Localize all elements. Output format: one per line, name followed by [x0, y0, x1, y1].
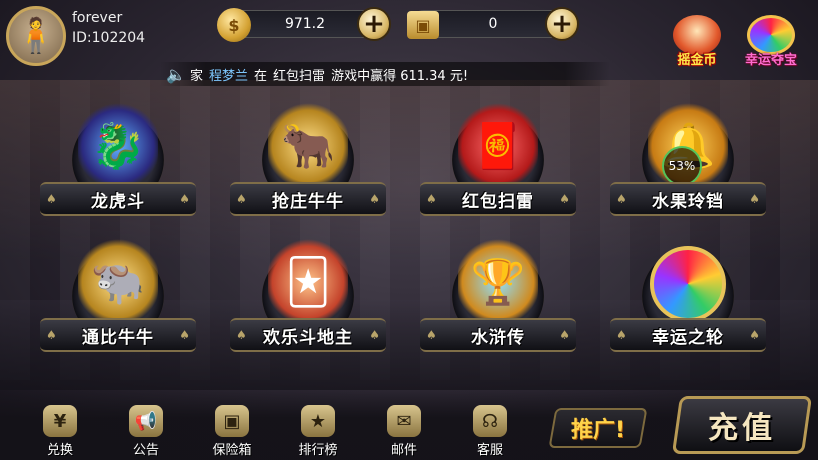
recharge-label: 充值	[708, 411, 776, 446]
ticket-balance: ▣ 0 +	[407, 7, 579, 41]
shake-coins-button[interactable]: 摇金币	[664, 6, 730, 68]
tile-banner: ♠ 龙虎斗 ♠	[40, 182, 196, 216]
announcement-marquee: 🔈 家 程梦兰 在 红包扫雷 游戏中赢得 611.34 元!	[160, 62, 610, 86]
lucky-treasure-label: 幸运夺宝	[744, 53, 797, 68]
exchange-label: 兑换	[46, 443, 73, 458]
game-tile-dragon-tiger[interactable]: 🐉 ♠ 龙虎斗 ♠	[28, 96, 208, 236]
spade-icon: ♠	[559, 192, 570, 206]
golden-bull-icon: 🐂	[268, 102, 348, 190]
coin-value: 971.2	[284, 16, 326, 32]
safe-ticket-icon: ▣	[407, 11, 439, 39]
add-tickets-button[interactable]: +	[545, 7, 579, 41]
leaderboard-label: 排行榜	[298, 443, 338, 458]
dragon-tiger-icon: 🐉	[78, 102, 158, 190]
mail-label: 邮件	[390, 443, 417, 458]
game-name: 欢乐斗地主	[263, 327, 353, 348]
spade-icon: ♠	[616, 328, 627, 342]
water-margin-icon: 🏆	[458, 238, 538, 326]
coin-balance: $ 971.2 +	[217, 7, 391, 42]
safe-label: 保险箱	[212, 443, 252, 458]
safe-icon: ▣	[215, 405, 249, 437]
headset-icon: ☊	[473, 405, 507, 437]
marquee-player: 程梦兰	[209, 68, 249, 84]
fortune-wheel-icon	[650, 246, 726, 322]
marquee-prefix: 家	[190, 68, 204, 84]
game-tile-landlord[interactable]: 🃏 ♠ 欢乐斗地主 ♠	[218, 232, 398, 372]
game-name: 水浒传	[471, 327, 525, 348]
tile-banner: ♠ 红包扫雷 ♠	[420, 182, 576, 216]
user-id: ID:102204	[72, 30, 146, 46]
marquee-mid: 在	[254, 68, 268, 84]
megaphone-icon: 📢	[129, 405, 163, 437]
spade-icon: ♠	[179, 328, 190, 342]
speaker-icon: 🔈	[166, 64, 186, 84]
game-tile-fruit-bell[interactable]: 🔔 53% ♠ 水果玲铛 ♠	[598, 96, 778, 236]
landlord-cards-icon: 🃏	[268, 238, 348, 326]
game-tile-grab-banker-bull[interactable]: 🐂 ♠ 抢庄牛牛 ♠	[218, 96, 398, 236]
spade-icon: ♠	[559, 328, 570, 342]
game-tile-fortune-wheel[interactable]: ♠ 幸运之轮 ♠	[598, 232, 778, 372]
exchange-button[interactable]: ¥ 兑换	[28, 400, 92, 458]
leaderboard-icon: ★	[301, 405, 335, 437]
spade-icon: ♠	[426, 192, 437, 206]
spade-icon: ♠	[236, 192, 247, 206]
spade-icon: ♠	[749, 192, 760, 206]
game-name: 幸运之轮	[652, 327, 724, 348]
customer-service-label: 客服	[476, 443, 503, 458]
tile-banner: ♠ 幸运之轮 ♠	[610, 318, 766, 352]
shake-coins-label: 摇金币	[677, 53, 717, 68]
promote-label: 推广!	[570, 418, 626, 443]
spade-icon: ♠	[616, 192, 627, 206]
recharge-button[interactable]: 充值	[671, 396, 813, 454]
game-tile-compare-bull[interactable]: 🐃 ♠ 通比牛牛 ♠	[28, 232, 208, 372]
game-name: 红包扫雷	[462, 191, 534, 212]
spade-icon: ♠	[369, 192, 380, 206]
spade-icon: ♠	[426, 328, 437, 342]
ticket-value: 0	[488, 16, 498, 32]
tile-banner: ♠ 水浒传 ♠	[420, 318, 576, 352]
coin-icon: $	[217, 8, 251, 42]
game-tile-water-margin[interactable]: 🏆 ♠ 水浒传 ♠	[408, 232, 588, 372]
safe-button[interactable]: ▣ 保险箱	[200, 400, 264, 458]
spade-icon: ♠	[236, 328, 247, 342]
tile-banner: ♠ 通比牛牛 ♠	[40, 318, 196, 352]
marquee-rest: 游戏中赢得 611.34 元!	[331, 68, 469, 84]
add-coins-button[interactable]: +	[357, 7, 391, 41]
announcement-label: 公告	[132, 443, 159, 458]
game-name: 抢庄牛牛	[272, 191, 344, 212]
tile-banner: ♠ 欢乐斗地主 ♠	[230, 318, 386, 352]
mail-icon: ✉	[387, 405, 421, 437]
tile-banner: ♠ 水果玲铛 ♠	[610, 182, 766, 216]
leaderboard-button[interactable]: ★ 排行榜	[286, 400, 350, 458]
game-tile-red-envelope[interactable]: 🧧 ♠ 红包扫雷 ♠	[408, 96, 588, 236]
announcement-button[interactable]: 📢 公告	[114, 400, 178, 458]
spade-icon: ♠	[46, 328, 57, 342]
game-name: 通比牛牛	[82, 327, 154, 348]
marquee-game: 红包扫雷	[273, 68, 326, 84]
spade-icon: ♠	[749, 328, 760, 342]
bull-cards-icon: 🐃	[78, 238, 158, 326]
lucky-treasure-button[interactable]: 幸运夺宝	[738, 6, 804, 68]
game-name: 水果玲铛	[652, 191, 724, 212]
spade-icon: ♠	[179, 192, 190, 206]
avatar[interactable]: 🧍	[6, 6, 66, 66]
download-progress: 53%	[662, 146, 702, 186]
red-envelope-icon: 🧧	[458, 102, 538, 190]
promote-button[interactable]: 推广!	[548, 408, 648, 448]
spade-icon: ♠	[369, 328, 380, 342]
spade-icon: ♠	[46, 192, 57, 206]
tile-banner: ♠ 抢庄牛牛 ♠	[230, 182, 386, 216]
username: forever	[72, 10, 123, 26]
customer-service-button[interactable]: ☊ 客服	[458, 400, 522, 458]
exchange-icon: ¥	[43, 405, 77, 437]
game-name: 龙虎斗	[91, 191, 145, 212]
mail-button[interactable]: ✉ 邮件	[372, 400, 436, 458]
